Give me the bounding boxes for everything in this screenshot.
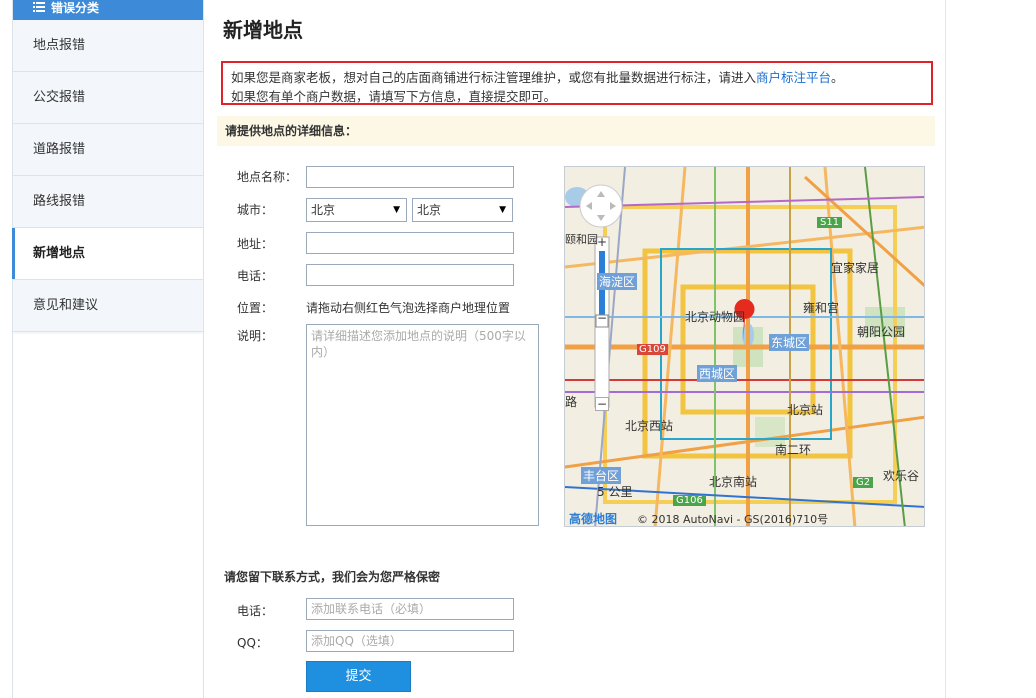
phone-input[interactable] bbox=[306, 264, 514, 286]
sidebar-header: 错误分类 bbox=[13, 0, 203, 20]
map-label-s11: S11 bbox=[817, 217, 843, 228]
map-label-g2: G2 bbox=[853, 477, 874, 488]
map-label-ikea: 宜家家居 bbox=[831, 261, 880, 275]
sidebar-item-road-error[interactable]: 道路报错 bbox=[13, 124, 203, 176]
section-title: 请提供地点的详细信息： bbox=[217, 116, 935, 146]
map-label-lu: 路 bbox=[565, 395, 578, 409]
dropdown-arrow-icon: ▼ bbox=[499, 205, 506, 215]
contact-section-title: 请您留下联系方式，我们会为您严格保密 bbox=[224, 570, 441, 584]
sidebar-item-poi-error[interactable]: 地点报错 bbox=[13, 20, 203, 72]
place-name-label: 地点名称： bbox=[237, 170, 298, 184]
notice-line-1: 如果您是商家老板，想对自己的店面商铺进行标注管理维护，或您有批量数据进行标注，请… bbox=[231, 68, 923, 87]
sidebar-item-label: 地点报错 bbox=[33, 38, 86, 53]
map-label-beijing-south: 北京南站 bbox=[709, 475, 758, 489]
notice-text: 如果您是商家老板，想对自己的店面商铺进行标注管理维护，或您有批量数据进行标注，请… bbox=[231, 70, 757, 85]
page-title: 新增地点 bbox=[223, 18, 303, 42]
province-select[interactable]: 北京 ▼ bbox=[306, 198, 407, 222]
sidebar-item-add-place[interactable]: 新增地点 bbox=[12, 228, 203, 280]
menu-icon bbox=[33, 0, 45, 16]
contact-qq-label: QQ： bbox=[237, 636, 268, 650]
sidebar-item-label: 新增地点 bbox=[33, 246, 86, 261]
sidebar-item-label: 公交报错 bbox=[33, 90, 86, 105]
map-view[interactable]: + − − 颐和园 S11 海淀区 宜家家居 北京动物园 雍和宫 朝阳公园 东城… bbox=[564, 166, 925, 527]
sidebar-list: 地点报错 公交报错 道路报错 路线报错 新增地点 意见和建议 bbox=[12, 20, 203, 332]
address-label: 地址： bbox=[237, 237, 274, 251]
city-select-value: 北京 bbox=[417, 203, 442, 217]
sidebar-item-label: 道路报错 bbox=[33, 142, 86, 157]
map-copyright: © 2018 AutoNavi - GS(2016)710号 bbox=[637, 513, 829, 526]
sidebar-empty-area bbox=[13, 334, 203, 698]
contact-qq-input[interactable]: 添加QQ（选填） bbox=[306, 630, 514, 652]
submit-button[interactable]: 提交 bbox=[306, 661, 411, 692]
position-hint: 请拖动右侧红色气泡选择商户地理位置 bbox=[306, 301, 511, 315]
position-label: 位置： bbox=[237, 301, 274, 315]
place-name-input[interactable] bbox=[306, 166, 514, 188]
sidebar-item-label: 路线报错 bbox=[33, 194, 86, 209]
province-select-value: 北京 bbox=[311, 203, 336, 217]
map-label-dongcheng: 东城区 bbox=[769, 334, 810, 351]
address-input[interactable] bbox=[306, 232, 514, 254]
map-zoom-out-button[interactable]: − bbox=[597, 312, 607, 324]
map-zoom-in-button[interactable]: + bbox=[597, 236, 607, 248]
map-label-zoo: 北京动物园 bbox=[685, 310, 746, 324]
map-label-yonghegong: 雍和宫 bbox=[803, 301, 840, 315]
map-label-g109: G109 bbox=[637, 344, 668, 355]
sidebar-item-route-error[interactable]: 路线报错 bbox=[13, 176, 203, 228]
map-label-nan-erhuan: 南二环 bbox=[775, 443, 812, 457]
city-label: 城市： bbox=[237, 203, 274, 217]
notice-box: 如果您是商家老板，想对自己的店面商铺进行标注管理维护，或您有批量数据进行标注，请… bbox=[221, 61, 933, 105]
map-label-fengtai: 丰台区 bbox=[581, 467, 622, 484]
contact-phone-input[interactable]: 添加联系电话（必填） bbox=[306, 598, 514, 620]
notice-text-end: 。 bbox=[831, 70, 844, 85]
map-zoom-out-bottom-button[interactable]: − bbox=[595, 397, 609, 411]
sidebar-header-label: 错误分类 bbox=[51, 1, 100, 15]
map-label-g106: G106 bbox=[673, 495, 706, 506]
map-scale-label: 5 公里 bbox=[597, 485, 633, 499]
phone-label: 电话： bbox=[237, 269, 274, 283]
description-label: 说明： bbox=[237, 329, 274, 343]
notice-line-2: 如果您有单个商户数据，请填写下方信息，直接提交即可。 bbox=[231, 89, 557, 104]
map-label-haidian: 海淀区 bbox=[597, 273, 638, 290]
map-label-xicheng: 西城区 bbox=[697, 365, 738, 382]
page-root: 错误分类 地点报错 公交报错 道路报错 路线报错 新增地点 意见和建议 新增地点… bbox=[0, 0, 1036, 698]
map-label-huanlegu: 欢乐谷 bbox=[883, 469, 920, 483]
sidebar-item-feedback[interactable]: 意见和建议 bbox=[13, 280, 203, 332]
map-brand-logo: 高德地图 bbox=[569, 512, 618, 526]
city-select[interactable]: 北京 ▼ bbox=[412, 198, 513, 222]
map-label-chaoyang-park: 朝阳公园 bbox=[857, 325, 906, 339]
map-label-yiheyuan: 颐和园 bbox=[565, 233, 598, 246]
sidebar-item-bus-error[interactable]: 公交报错 bbox=[13, 72, 203, 124]
map-label-beijing-station: 北京站 bbox=[787, 403, 824, 417]
description-textarea[interactable]: 请详细描述您添加地点的说明（500字以内） bbox=[306, 324, 539, 526]
merchant-platform-link[interactable]: 商户标注平台 bbox=[756, 70, 831, 85]
map-label-beijing-west: 北京西站 bbox=[625, 419, 674, 433]
content-right-border bbox=[945, 0, 946, 698]
dropdown-arrow-icon: ▼ bbox=[393, 205, 400, 215]
sidebar: 错误分类 地点报错 公交报错 道路报错 路线报错 新增地点 意见和建议 bbox=[12, 0, 204, 698]
main-content: 新增地点 如果您是商家老板，想对自己的店面商铺进行标注管理维护，或您有批量数据进… bbox=[215, 0, 945, 698]
contact-phone-label: 电话： bbox=[237, 604, 274, 618]
sidebar-item-label: 意见和建议 bbox=[33, 298, 99, 313]
